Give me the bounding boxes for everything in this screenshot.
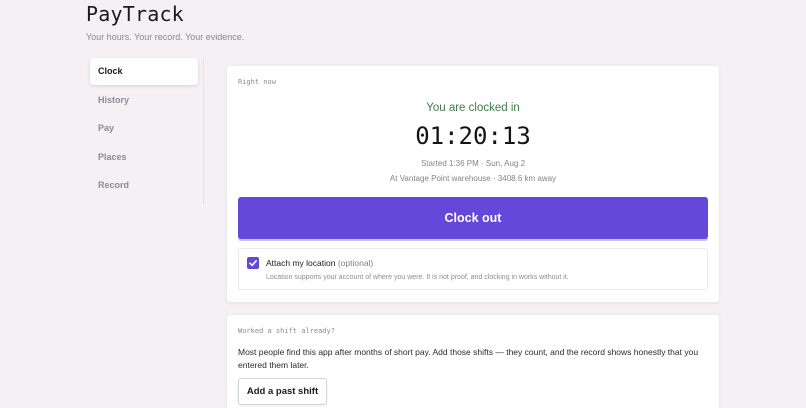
attach-location-text: Attach my location <box>266 258 336 268</box>
attach-location-label: Attach my location (optional) <box>266 258 373 268</box>
attach-location-option: Attach my location (optional) Location s… <box>238 248 708 290</box>
shift-start-time: Started 1:36 PM · Sun, Aug 2 <box>420 159 526 168</box>
optional-tag: (optional) <box>337 258 374 268</box>
app-tagline: Your hours. Your record. Your evidence. <box>86 32 245 42</box>
nav-item-history[interactable]: History <box>90 87 198 114</box>
nav-item-places[interactable]: Places <box>90 144 198 171</box>
nav-item-record[interactable]: Record <box>90 172 198 199</box>
past-shift-card: Worked a shift already? Most people find… <box>227 315 719 408</box>
attach-location-checkbox[interactable] <box>247 257 259 269</box>
section-label-right-now: Right now <box>238 78 276 86</box>
section-label-worked-shift: Worked a shift already? <box>238 327 335 335</box>
nav-item-pay[interactable]: Pay <box>90 115 198 142</box>
past-shift-description: Most people find this app after months o… <box>238 347 699 370</box>
clock-status: You are clocked in <box>426 102 520 114</box>
add-past-shift-button[interactable]: Add a past shift <box>238 378 327 405</box>
clock-out-button[interactable]: Clock out <box>238 197 708 239</box>
clock-status-card: Right now You are clocked in 01:20:13 St… <box>227 66 719 302</box>
checkmark-icon <box>249 260 257 267</box>
app-title: PayTrack <box>86 2 184 26</box>
shift-location: At Vantage Point warehouse · 3408.6 km a… <box>389 174 557 183</box>
nav-item-clock[interactable]: Clock <box>90 58 198 85</box>
attach-location-note: Location supports your account of where … <box>266 274 569 281</box>
elapsed-timer: 01:20:13 <box>415 122 531 150</box>
sidebar-nav: Clock History Pay Places Record <box>90 58 204 204</box>
